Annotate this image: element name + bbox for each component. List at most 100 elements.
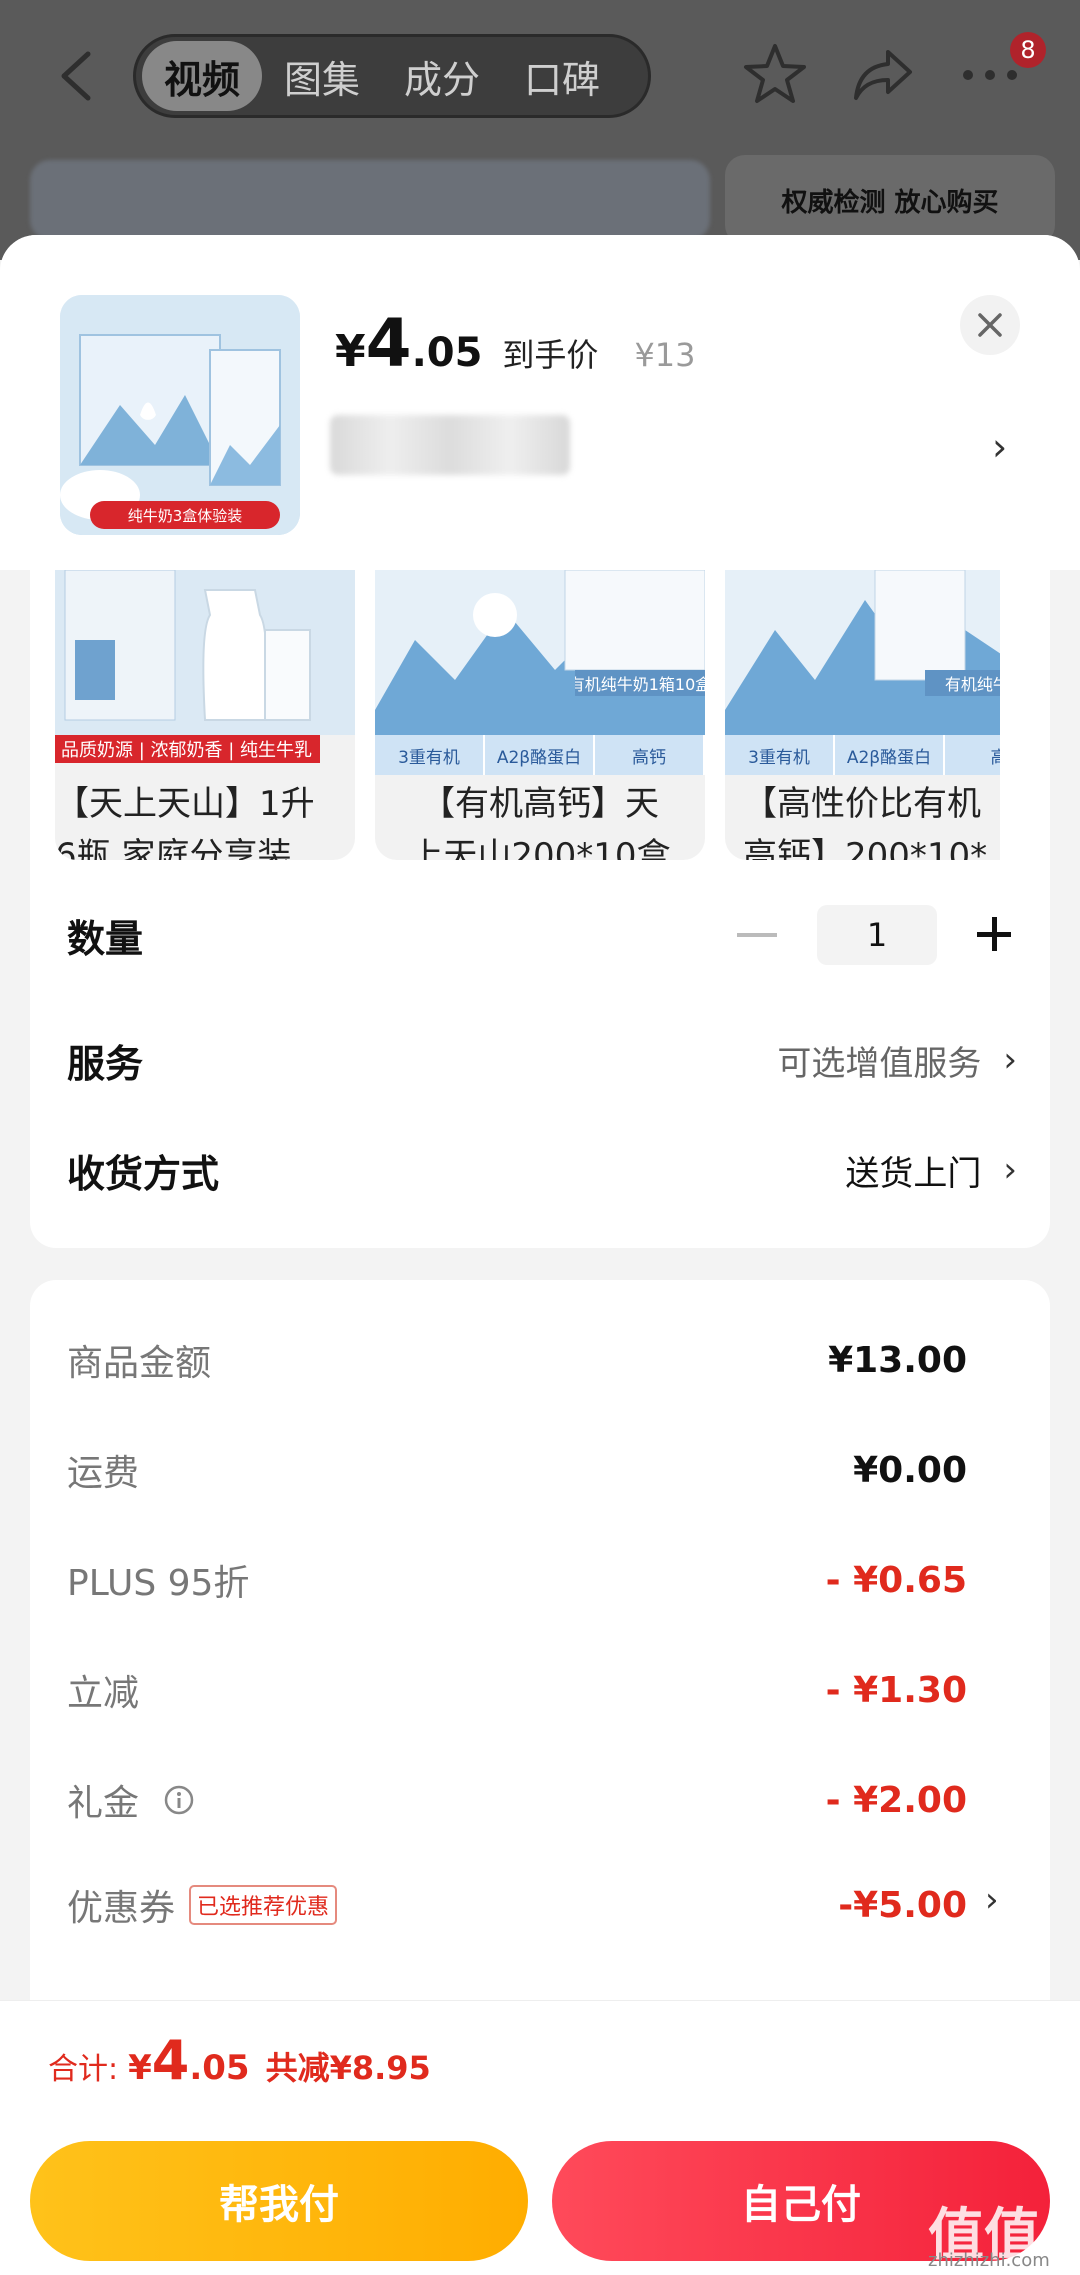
service-value: 可选增值服务 [777,1043,982,1084]
service-value-group: 可选增值服务 › [777,1036,1017,1085]
price-integer: 4 [365,305,412,382]
chevron-right-icon: › [1003,1150,1017,1190]
tab-reviews[interactable]: 口碑 [502,41,622,111]
share-icon[interactable] [850,44,916,106]
total-savings: 共减¥8.95 [265,2049,431,2087]
sheet-header: 纯牛奶3盒体验装 ¥ 4 .05 到手价 ¥13 › [0,235,1080,570]
variant-card[interactable]: 有机纯牛奶1 3重有机 A2β酪蛋白 高 【高性价比有机 高钙】200*10* [725,570,1000,860]
plus-icon[interactable] [977,915,1017,955]
variant-banner: 有机纯牛奶1箱10盒 [575,675,705,694]
purchase-sheet: 纯牛奶3盒体验装 ¥ 4 .05 到手价 ¥13 › 品质奶源 | 浓郁奶香 |… [0,235,1080,2275]
coupon-row[interactable]: 优惠券 已选推荐优惠 -¥5.00 [67,1870,967,1940]
variant-name-line2: 高钙】200*10* [743,836,988,860]
tab-video[interactable]: 视频 [142,41,262,111]
variant-tag: A2β酪蛋白 [835,735,945,775]
minus-icon[interactable] [737,933,777,937]
total-label: 合计: [48,2052,119,2087]
variant-tags: 3重有机 A2β酪蛋白 高 [725,735,1000,775]
total-summary: 合计: ¥ 4 .05 共减¥8.95 [48,2029,431,2092]
tab-gallery[interactable]: 图集 [262,41,382,111]
quantity-input[interactable]: 1 [817,905,937,965]
fee-label: PLUS 95折 [67,1563,250,1604]
fee-row: 立减 - ¥1.30 [67,1655,967,1725]
coupon-recommended-tag: 已选推荐优惠 [189,1885,338,1925]
variant-tags: 3重有机 A2β酪蛋白 高钙 [375,735,705,775]
variant-tag: 高 [945,735,1000,775]
final-price-label: 到手价 [502,336,599,374]
tab-ingredients[interactable]: 成分 [382,41,502,111]
help-me-pay-button[interactable]: 帮我付 [30,2141,528,2261]
quantity-label: 数量 [67,916,144,961]
favorite-star-icon[interactable] [740,40,810,110]
chevron-right-icon: › [1003,1040,1017,1080]
close-button[interactable] [960,295,1020,355]
delivery-label: 收货方式 [67,1151,220,1196]
product-thumbnail[interactable]: 纯牛奶3盒体验装 [60,295,300,535]
fee-value: - ¥1.30 [825,1669,967,1711]
chevron-right-icon[interactable]: › [992,425,1007,469]
fee-row: 运费 ¥0.00 [67,1435,967,1505]
variant-image [375,570,705,735]
fee-label: 礼金 [67,1783,140,1824]
total-decimal: .05 [189,2048,250,2088]
back-icon[interactable] [52,48,102,104]
assurance-label: 权威检测 放心购买 [725,155,1055,245]
variant-image [55,570,355,735]
quantity-row: 数量 1 [67,895,1017,975]
variant-image [725,570,1000,735]
variant-feature-strip: 品质奶源 | 浓郁奶香 | 纯生牛乳 [55,735,320,763]
variant-tag: 3重有机 [725,735,835,775]
fee-label: 优惠券 [67,1888,176,1929]
selected-spec-blurred[interactable] [330,415,570,475]
checkout-footer: 合计: ¥ 4 .05 共减¥8.95 帮我付 自己付 [0,2000,1080,2275]
fee-label-group: 礼金 [67,1774,195,1826]
service-row[interactable]: 服务 可选增值服务 › [67,1020,1017,1100]
fee-row: PLUS 95折 - ¥0.65 [67,1545,967,1615]
service-label: 服务 [67,1041,144,1086]
top-navigation-bar: 视频 图集 成分 口碑 8 [0,0,1080,150]
chevron-right-icon[interactable]: › [985,1880,999,1920]
watermark-url: zhizhizhi.com [928,2250,1050,2271]
original-price: ¥13 [634,336,696,374]
variant-name: 【天上天山】1升 6瓶 家庭分享装 [55,778,355,860]
media-tab-switcher: 视频 图集 成分 口碑 [133,34,651,118]
fee-value: -¥5.00 [838,1884,967,1926]
variant-name: 【高性价比有机 高钙】200*10* [725,778,1000,860]
variant-banner: 有机纯牛奶1 [944,675,1000,694]
variant-card[interactable]: 有机纯牛奶1箱10盒 3重有机 A2β酪蛋白 高钙 【有机高钙】天 上天山200… [375,570,705,860]
delivery-value: 送货上门 [845,1153,982,1194]
info-icon[interactable] [163,1784,195,1816]
fee-row: 礼金 - ¥2.00 [67,1765,967,1835]
variant-name-line1: 【有机高钙】天 [421,784,659,824]
variant-name-line1: 【天上天山】1升 [55,784,315,824]
fee-label: 立减 [67,1673,140,1714]
fee-label: 运费 [67,1453,140,1494]
variant-tag: 高钙 [595,735,705,775]
delivery-row[interactable]: 收货方式 送货上门 › [67,1130,1017,1210]
close-icon [978,313,1002,337]
variant-tag: A2β酪蛋白 [485,735,595,775]
fee-row: 商品金额 ¥13.00 [67,1325,967,1395]
fee-value: ¥13.00 [828,1339,967,1381]
notification-badge: 8 [1010,32,1046,68]
price-decimal: .05 [411,330,483,376]
delivery-value-group: 送货上门 › [845,1146,1017,1195]
variant-card[interactable]: 品质奶源 | 浓郁奶香 | 纯生牛乳 【天上天山】1升 6瓶 家庭分享装 [55,570,355,860]
variant-name-line1: 【高性价比有机 [743,784,981,824]
variant-name: 【有机高钙】天 上天山200*10盒 [375,778,705,860]
fee-label: 商品金额 [67,1343,212,1384]
price-row: ¥ 4 .05 到手价 ¥13 [335,305,696,385]
thumbnail-caption: 纯牛奶3盒体验装 [127,506,243,525]
variant-carousel[interactable]: 品质奶源 | 浓郁奶香 | 纯生牛乳 【天上天山】1升 6瓶 家庭分享装 有机纯… [55,570,1000,860]
variant-name-line2: 上天山200*10盒 [409,836,671,860]
variant-tag: 3重有机 [375,735,485,775]
fee-value: ¥0.00 [853,1449,967,1491]
blurred-banner [30,160,710,240]
total-currency: ¥ [128,2048,152,2088]
fee-value: - ¥0.65 [825,1559,967,1601]
price-currency: ¥ [335,326,366,377]
total-integer: 4 [151,2029,190,2092]
more-options-icon[interactable] [960,60,1020,90]
fee-value: - ¥2.00 [825,1779,967,1821]
fee-label-group: 优惠券 已选推荐优惠 [67,1879,338,1931]
